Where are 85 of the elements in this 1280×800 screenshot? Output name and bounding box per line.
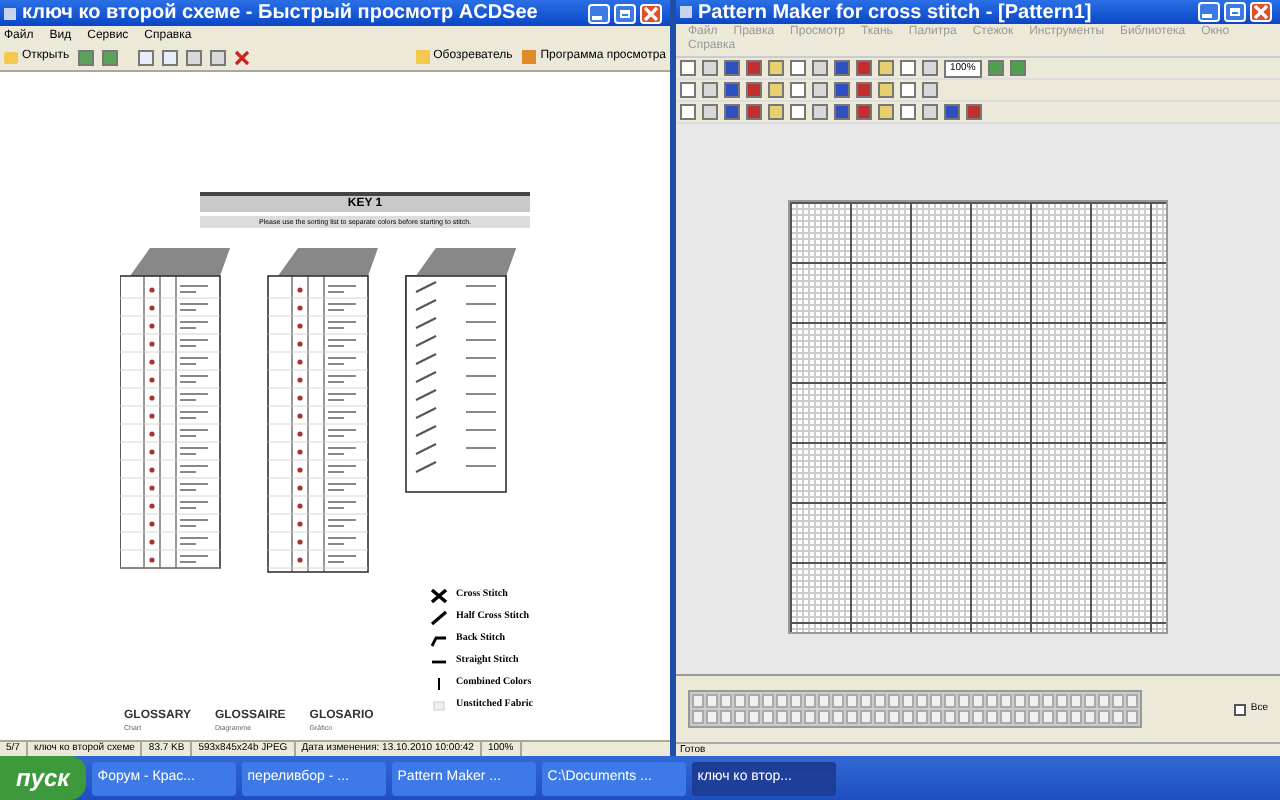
close-button[interactable] (1250, 2, 1272, 22)
palette-swatch[interactable] (1126, 710, 1138, 724)
palette-swatch[interactable] (1000, 710, 1012, 724)
palette-swatch[interactable] (706, 694, 718, 708)
pattern-grid[interactable] (788, 200, 1168, 634)
palette-swatch[interactable] (916, 710, 928, 724)
palette-swatch[interactable] (1112, 710, 1124, 724)
palette-swatch[interactable] (1028, 710, 1040, 724)
palette-swatch[interactable] (790, 710, 802, 724)
palette-swatch[interactable] (1084, 710, 1096, 724)
palette-swatch[interactable] (1014, 694, 1026, 708)
folder-icon (4, 51, 18, 63)
palette-swatch[interactable] (930, 694, 942, 708)
palette-swatch[interactable] (748, 710, 760, 724)
browser-icon (415, 50, 430, 64)
palette-swatch[interactable] (832, 694, 844, 708)
palette-swatch[interactable] (734, 694, 746, 708)
back-stitch-icon (430, 632, 448, 648)
palette-swatch[interactable] (748, 694, 760, 708)
app-icon (680, 6, 692, 18)
palette-swatch[interactable] (874, 710, 886, 724)
palette-swatch[interactable] (1112, 694, 1124, 708)
checkbox[interactable] (1234, 703, 1247, 715)
app-icon (4, 7, 16, 19)
window-title: ключ ко второй схеме - Быстрый просмотр ACDSee (22, 0, 538, 28)
minimize-button[interactable] (1198, 2, 1220, 22)
start-button[interactable]: пуск (0, 756, 86, 800)
palette-swatch[interactable] (790, 694, 802, 708)
palette-swatch[interactable] (1000, 694, 1012, 708)
palette-swatch[interactable] (776, 694, 788, 708)
palette-swatch[interactable] (832, 710, 844, 724)
minimize-button[interactable] (588, 3, 610, 23)
palette-swatch[interactable] (930, 710, 942, 724)
palette-swatch[interactable] (734, 710, 746, 724)
palette-swatch[interactable] (1084, 694, 1096, 708)
palette-swatch[interactable] (762, 694, 774, 708)
palette-swatch[interactable] (1056, 710, 1068, 724)
palette-swatch[interactable] (902, 694, 914, 708)
palette-swatch[interactable] (776, 710, 788, 724)
palette-swatch[interactable] (986, 710, 998, 724)
palette-swatch[interactable] (804, 694, 816, 708)
delete-icon[interactable] (233, 49, 250, 65)
palette-swatch[interactable] (846, 710, 858, 724)
palette-swatch[interactable] (860, 710, 872, 724)
palette-swatch[interactable] (706, 710, 718, 724)
palette-swatch[interactable] (1098, 710, 1110, 724)
palette-swatch[interactable] (692, 710, 704, 724)
palette-swatch[interactable] (888, 710, 900, 724)
palette-swatch[interactable] (860, 694, 872, 708)
palette-swatch[interactable] (902, 710, 914, 724)
palette-swatch[interactable] (1014, 710, 1026, 724)
palette-swatch[interactable] (916, 694, 928, 708)
maximize-button[interactable] (614, 3, 636, 23)
cross-icon (430, 588, 448, 604)
palette-swatch[interactable] (818, 710, 830, 724)
palette-swatch[interactable] (944, 710, 956, 724)
palette-swatch[interactable] (1028, 694, 1040, 708)
palette-swatch[interactable] (1042, 694, 1054, 708)
palette-swatch[interactable] (1098, 694, 1110, 708)
slash-icon (430, 610, 448, 626)
palette-swatch[interactable] (958, 710, 970, 724)
palette-swatch[interactable] (804, 710, 816, 724)
square-icon (430, 698, 448, 714)
palette-swatch[interactable] (720, 694, 732, 708)
palette-swatch[interactable] (888, 694, 900, 708)
palette-swatch[interactable] (720, 710, 732, 724)
palette-swatch[interactable] (1070, 710, 1082, 724)
palette-swatch[interactable] (986, 694, 998, 708)
maximize-button[interactable] (1224, 2, 1246, 22)
palette-swatch[interactable] (1070, 694, 1082, 708)
palette-swatch[interactable] (692, 694, 704, 708)
palette-swatch[interactable] (846, 694, 858, 708)
viewer-icon (522, 50, 537, 64)
palette-swatch[interactable] (944, 694, 956, 708)
palette-swatch[interactable] (762, 710, 774, 724)
close-button[interactable] (640, 3, 662, 23)
palette-swatch[interactable] (958, 694, 970, 708)
palette-swatch[interactable] (818, 694, 830, 708)
palette-swatch[interactable] (972, 710, 984, 724)
window-title: Pattern Maker for cross stitch - [Pattern1] (698, 0, 1092, 25)
palette-swatch[interactable] (874, 694, 886, 708)
palette-swatch[interactable] (1126, 694, 1138, 708)
palette-swatch[interactable] (972, 694, 984, 708)
palette-swatch[interactable] (1056, 694, 1068, 708)
palette-swatch[interactable] (1042, 710, 1054, 724)
